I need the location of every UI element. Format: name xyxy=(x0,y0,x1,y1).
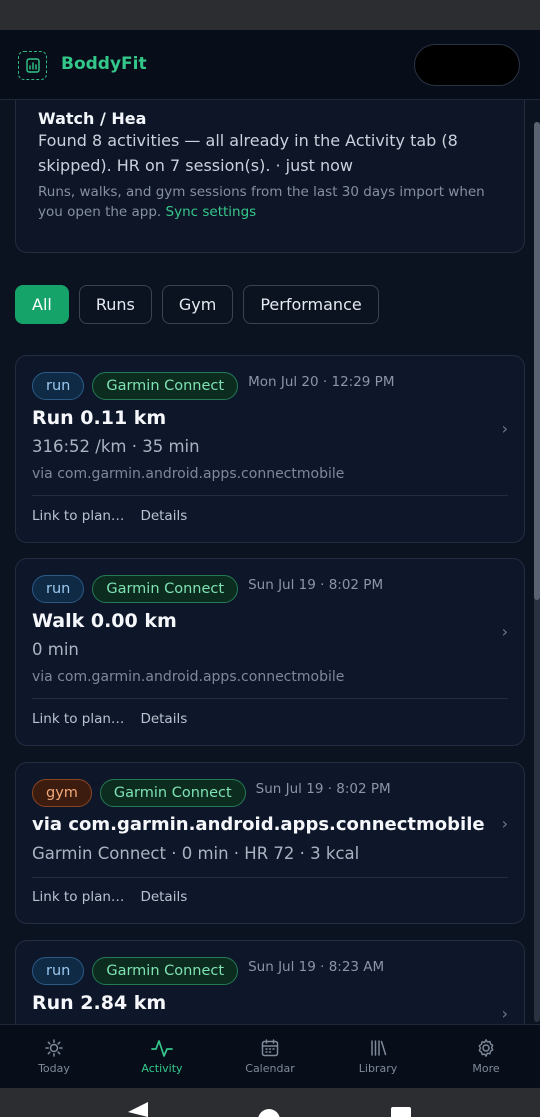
filter-chip-performance[interactable]: Performance xyxy=(243,285,379,324)
home-icon[interactable] xyxy=(258,1109,280,1117)
activity-time: Sun Jul 19 · 8:02 PM xyxy=(255,781,391,797)
gear-icon xyxy=(478,1039,494,1057)
sun-icon xyxy=(45,1039,63,1057)
activity-card[interactable]: gym Garmin Connect Sun Jul 19 · 8:02 PM … xyxy=(15,762,525,924)
source-badge: Garmin Connect xyxy=(92,957,239,985)
tab-activity[interactable]: Activity xyxy=(108,1025,216,1088)
activity-via: via com.garmin.android.apps.connectmobil… xyxy=(32,669,345,685)
tab-label: Calendar xyxy=(245,1062,295,1075)
recents-icon[interactable] xyxy=(391,1107,411,1117)
tab-label: Today xyxy=(38,1062,70,1075)
tab-today[interactable]: Today xyxy=(0,1025,108,1088)
details-button[interactable]: Details xyxy=(140,889,187,905)
details-button[interactable]: Details xyxy=(140,508,187,524)
activity-time: Sun Jul 19 · 8:23 AM xyxy=(248,959,385,975)
filter-chips: All Runs Gym Performance xyxy=(15,285,379,324)
system-status-bar xyxy=(0,0,540,30)
tab-calendar[interactable]: Calendar xyxy=(216,1025,324,1088)
filter-chip-gym[interactable]: Gym xyxy=(161,285,234,324)
tab-more[interactable]: More xyxy=(432,1025,540,1088)
source-badge: Garmin Connect xyxy=(92,575,239,603)
link-to-plan-button[interactable]: Link to plan… xyxy=(32,889,124,905)
activity-feed[interactable]: Watch / Heal Found 8 activities — all al… xyxy=(0,100,540,1024)
link-to-plan-button[interactable]: Link to plan… xyxy=(32,711,124,727)
app-name: BoddyFit xyxy=(61,54,147,74)
activity-title: Run 2.84 km xyxy=(32,992,167,1014)
app-logo-icon xyxy=(18,51,47,80)
chevron-right-icon[interactable]: › xyxy=(502,419,508,438)
watch-sync-card: Watch / Heal Found 8 activities — all al… xyxy=(15,100,525,253)
divider xyxy=(32,877,508,878)
library-icon xyxy=(371,1040,387,1056)
sync-title: Watch / Heal xyxy=(38,109,146,128)
calendar-icon xyxy=(261,1039,279,1057)
tab-label: Activity xyxy=(141,1062,183,1075)
source-badge: Garmin Connect xyxy=(99,779,246,807)
bottom-tab-bar: Today Activity Calendar Library More xyxy=(0,1024,540,1088)
tab-label: More xyxy=(472,1062,500,1075)
activity-type-badge: run xyxy=(32,575,85,603)
chevron-right-icon[interactable]: › xyxy=(502,814,508,833)
chevron-right-icon[interactable]: › xyxy=(502,1004,508,1023)
activity-pulse-icon xyxy=(151,1040,173,1057)
sync-note-text: Runs, walks, and gym sessions from the l… xyxy=(38,184,485,220)
activity-title: Run 0.11 km xyxy=(32,407,167,429)
source-badge: Garmin Connect xyxy=(92,372,239,400)
activity-time: Mon Jul 20 · 12:29 PM xyxy=(248,374,395,390)
activity-via: via com.garmin.android.apps.connectmobil… xyxy=(32,466,345,482)
sync-settings-link[interactable]: Sync settings xyxy=(166,204,257,220)
activity-card[interactable]: run Garmin Connect Sun Jul 19 · 8:23 AM … xyxy=(15,940,525,1024)
activity-title: via com.garmin.android.apps.connectmobil… xyxy=(32,814,485,835)
activity-card[interactable]: run Garmin Connect Sun Jul 19 · 8:02 PM … xyxy=(15,558,525,746)
scrollbar-thumb[interactable] xyxy=(534,122,540,600)
activity-card[interactable]: run Garmin Connect Mon Jul 20 · 12:29 PM… xyxy=(15,355,525,543)
activity-time: Sun Jul 19 · 8:02 PM xyxy=(248,577,384,593)
activity-type-badge: run xyxy=(32,372,85,400)
details-button[interactable]: Details xyxy=(140,711,187,727)
divider xyxy=(32,698,508,699)
activity-title: Walk 0.00 km xyxy=(32,610,177,632)
activity-meta: 316:52 /km · 35 min xyxy=(32,437,200,456)
tab-library[interactable]: Library xyxy=(324,1025,432,1088)
app-header: BoddyFit xyxy=(0,30,540,100)
filter-chip-runs[interactable]: Runs xyxy=(78,285,152,324)
system-navigation-bar xyxy=(0,1088,540,1117)
divider xyxy=(32,495,508,496)
sync-message: Found 8 activities — all already in the … xyxy=(38,131,458,175)
sync-note: Runs, walks, and gym sessions from the l… xyxy=(38,182,508,222)
link-to-plan-button[interactable]: Link to plan… xyxy=(32,508,124,524)
tab-label: Library xyxy=(358,1062,398,1075)
activity-type-badge: gym xyxy=(32,779,92,807)
filter-chip-all[interactable]: All xyxy=(15,285,69,324)
back-icon[interactable] xyxy=(128,1102,148,1117)
activity-meta: Garmin Connect · 0 min · HR 72 · 3 kcal xyxy=(32,844,360,863)
activity-meta: 0 min xyxy=(32,640,79,659)
activity-type-badge: run xyxy=(32,957,85,985)
header-action-button[interactable] xyxy=(414,44,520,86)
chevron-right-icon[interactable]: › xyxy=(502,622,508,641)
